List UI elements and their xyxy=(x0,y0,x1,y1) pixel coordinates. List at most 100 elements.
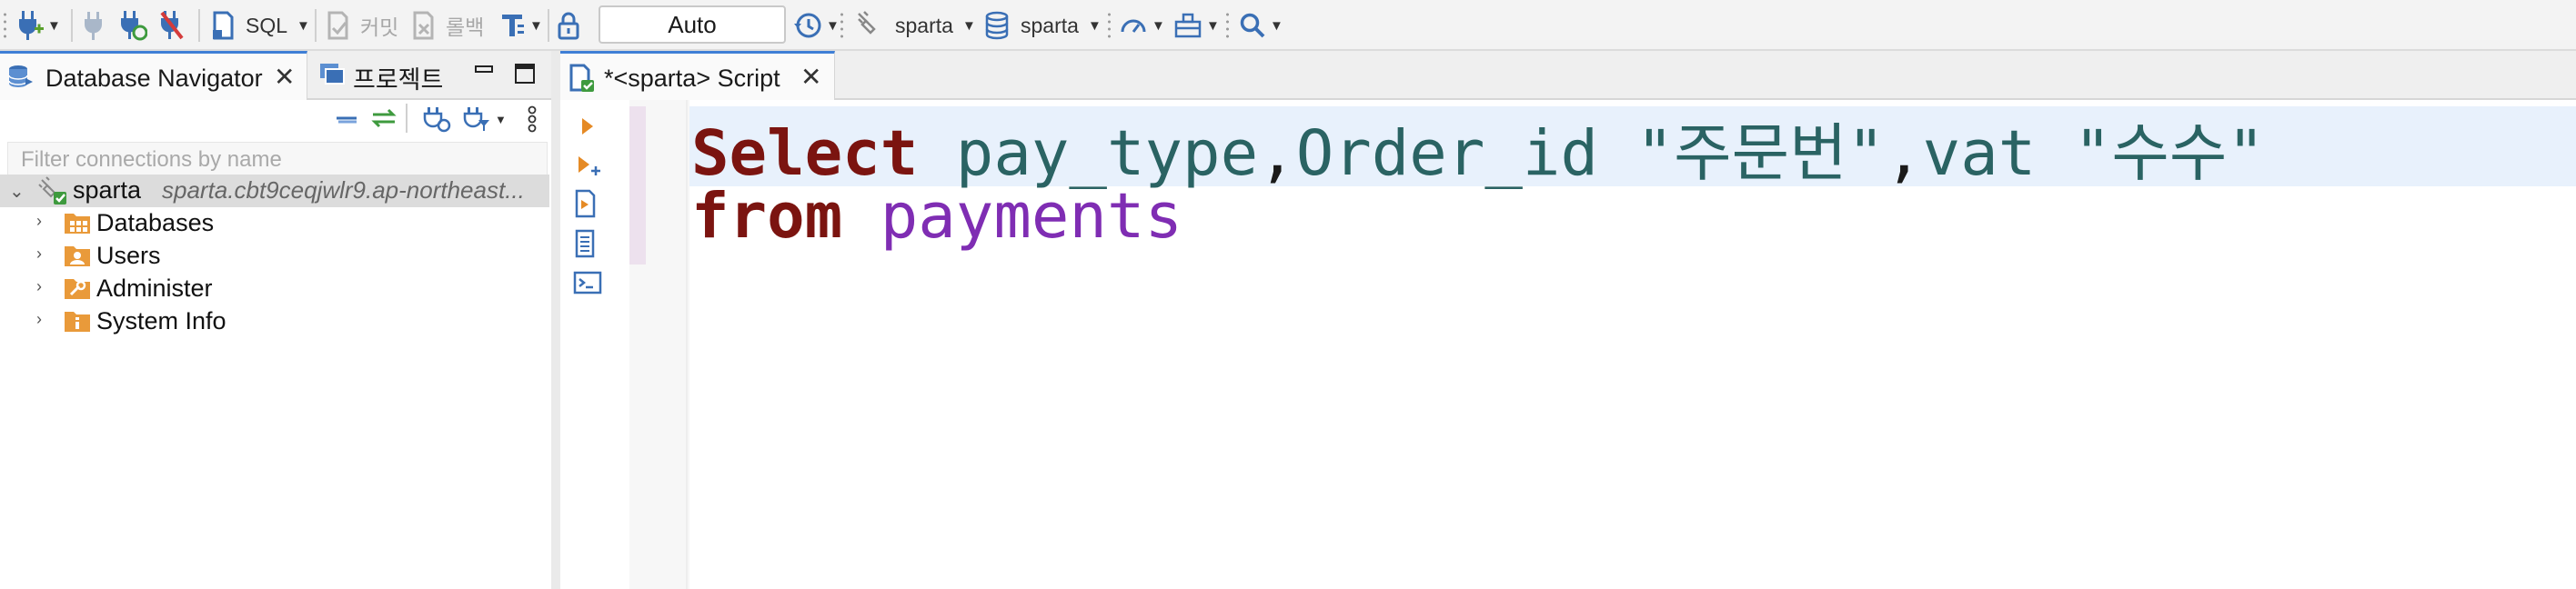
new-connection-node-button[interactable]: ▼ xyxy=(462,105,507,133)
keyword-select: Select xyxy=(691,117,919,190)
lock-button[interactable] xyxy=(557,7,580,44)
plug-plus-icon xyxy=(19,11,44,40)
main-toolbar: ▼ SQL ▼ 커밋 롤백 ▼ Auto ▼ sparta ▼ sparta ▼… xyxy=(0,0,2576,51)
maximize-icon xyxy=(515,64,535,84)
toolbar-separator xyxy=(406,104,408,133)
tree-item-system-info[interactable]: › System Info xyxy=(0,305,546,338)
chevron-down-icon[interactable]: ▼ xyxy=(47,18,61,34)
view-menu-button[interactable] xyxy=(526,105,538,133)
close-icon[interactable]: ✕ xyxy=(800,65,821,90)
folder-database-icon xyxy=(65,214,90,234)
chevron-down-icon[interactable]: ▼ xyxy=(1088,18,1102,34)
tab-project[interactable]: 프로젝트 xyxy=(309,51,455,98)
chevron-down-icon[interactable]: ▼ xyxy=(297,18,310,34)
datasource-label: sparta xyxy=(895,13,953,37)
left-panel-tabbar: Database Navigator ✕ 프로젝트 xyxy=(0,51,553,100)
chevron-right-icon[interactable]: › xyxy=(36,310,42,329)
connect-button[interactable] xyxy=(82,7,106,44)
search-icon xyxy=(1240,13,1265,38)
code-line-1[interactable]: Select pay_type,Order_id "주문번",vat "수수" xyxy=(691,102,2265,193)
rollback-icon xyxy=(413,11,434,40)
transaction-icon xyxy=(502,15,524,36)
search-button[interactable]: ▼ xyxy=(1239,7,1283,44)
collapse-icon xyxy=(337,116,357,124)
maximize-panel-button[interactable] xyxy=(515,64,535,84)
chevron-down-icon[interactable]: ▼ xyxy=(529,18,543,34)
panel-splitter[interactable] xyxy=(551,51,560,589)
execute-script-button[interactable] xyxy=(573,189,600,218)
tab-database-navigator[interactable]: Database Navigator ✕ xyxy=(0,51,307,100)
disconnect-button[interactable] xyxy=(158,7,186,44)
active-datasource-selector[interactable]: sparta ▼ xyxy=(855,7,976,44)
tree-item-label: System Info xyxy=(96,307,226,334)
plug-refresh-icon xyxy=(423,107,451,133)
transaction-mode-field[interactable]: Auto xyxy=(599,5,786,44)
rollback-button[interactable]: 롤백 xyxy=(411,7,484,44)
tree-item-users[interactable]: › Users xyxy=(0,240,546,273)
connection-node-sparta[interactable]: ⌄ sparta sparta.cbt9ceqjwlr9.ap-northeas… xyxy=(0,175,549,207)
sync-arrows-icon xyxy=(371,108,397,128)
editor-tabbar: *<sparta> Script ✕ xyxy=(560,51,2576,100)
collapse-all-button[interactable] xyxy=(333,107,360,129)
chevron-down-icon[interactable]: ▼ xyxy=(962,18,976,34)
execute-in-new-tab-button[interactable] xyxy=(573,151,604,178)
tab-database-navigator-label: Database Navigator xyxy=(45,65,263,92)
folding-marker[interactable] xyxy=(629,106,646,265)
explain-plan-button[interactable] xyxy=(573,229,600,258)
link-with-editor-button[interactable] xyxy=(369,107,398,129)
transaction-mode-button[interactable]: ▼ xyxy=(500,7,543,44)
chevron-right-icon[interactable]: › xyxy=(36,277,42,296)
sql-button-label: SQL xyxy=(246,13,288,37)
toolbar-grip[interactable] xyxy=(1226,11,1229,40)
connection-icon xyxy=(38,176,66,205)
script-run-icon xyxy=(575,189,596,218)
play-plus-icon xyxy=(579,156,600,175)
new-connection-button[interactable]: ▼ xyxy=(15,7,61,44)
comma: , xyxy=(1885,117,1923,190)
play-icon xyxy=(582,118,593,135)
sql-editor-button[interactable]: SQL ▼ xyxy=(211,7,310,44)
history-button[interactable]: ▼ xyxy=(793,7,840,44)
active-schema-selector[interactable]: sparta ▼ xyxy=(984,7,1102,44)
alias-fee: "수수" xyxy=(2073,117,2265,190)
open-console-button[interactable] xyxy=(573,269,602,296)
document-lines-icon xyxy=(575,229,595,258)
connect-node-button[interactable] xyxy=(422,105,451,133)
tree-item-databases[interactable]: › Databases xyxy=(0,207,546,240)
commit-button[interactable]: 커밋 xyxy=(326,7,398,44)
column-pay-type: pay_type xyxy=(955,117,1259,190)
toolbox-icon xyxy=(1174,13,1202,38)
plug-icon xyxy=(85,12,102,40)
toolbar-grip[interactable] xyxy=(840,11,843,40)
close-icon[interactable]: ✕ xyxy=(274,65,295,90)
more-vertical-icon xyxy=(528,105,537,133)
schema-label: sparta xyxy=(1021,13,1079,37)
tab-sparta-script[interactable]: *<sparta> Script ✕ xyxy=(560,51,835,100)
code-line-2[interactable]: from payments xyxy=(691,180,1182,253)
chevron-down-icon[interactable]: ▼ xyxy=(1206,18,1220,34)
database-navigator-panel: ▼ Filter connections by name ⌄ sparta sp… xyxy=(0,100,553,589)
database-navigator-icon xyxy=(8,65,33,87)
toolbar-grip[interactable] xyxy=(1108,11,1111,40)
chevron-right-icon[interactable]: › xyxy=(36,212,42,231)
execute-statement-button[interactable] xyxy=(573,113,600,140)
minimize-panel-button[interactable] xyxy=(475,64,493,82)
connection-filter-input[interactable]: Filter connections by name xyxy=(7,142,548,178)
tree-item-administer[interactable]: › Administer xyxy=(0,273,546,305)
chevron-right-icon[interactable]: › xyxy=(36,245,42,264)
chevron-down-icon[interactable]: ▼ xyxy=(826,18,840,34)
tools-button[interactable]: ▼ xyxy=(1173,7,1220,44)
chevron-down-icon[interactable]: ⌄ xyxy=(9,180,25,203)
tree-item-label: Users xyxy=(96,242,161,269)
plug-refresh-icon xyxy=(121,11,147,41)
toolbar-grip[interactable] xyxy=(4,11,6,40)
chevron-down-icon[interactable]: ▼ xyxy=(1152,18,1165,34)
tree-item-label: Databases xyxy=(96,209,215,236)
reconnect-button[interactable] xyxy=(118,7,147,44)
connection-name: sparta xyxy=(73,176,142,204)
chevron-down-icon[interactable]: ▼ xyxy=(495,113,507,126)
dashboard-button[interactable]: ▼ xyxy=(1119,7,1165,44)
sql-script-icon xyxy=(213,11,234,40)
database-icon xyxy=(985,11,1009,40)
chevron-down-icon[interactable]: ▼ xyxy=(1270,18,1283,34)
